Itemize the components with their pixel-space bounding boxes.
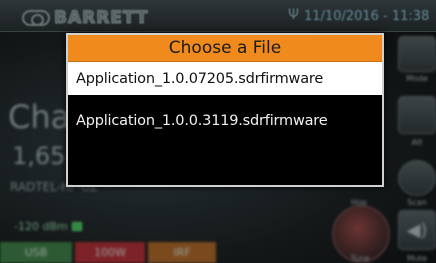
usb-icon: Ψ [288,7,300,23]
radio-screen: BARRETT Ψ 11/10/2016 - 11:38 Cha 1,65 RA… [0,0,436,263]
signal-indicator-icon [71,222,82,231]
power-tag[interactable]: 100W [75,242,145,263]
mode-button[interactable] [398,36,436,72]
filter-tag[interactable]: IRF [148,242,216,263]
alt-button-label: Alt [411,138,423,147]
barrett-logo-icon [22,10,50,26]
signal-level-text: -120 dBm [14,220,68,233]
choose-file-dialog: Choose a File Application_1.0.07205.sdrf… [66,33,384,187]
dialog-header: Choose a File [68,35,382,62]
datetime: 11/10/2016 - 11:38 [304,9,430,24]
file-item[interactable]: Application_1.0.0.3119.sdrfirmware [68,104,382,137]
brand-logo: BARRETT [22,8,149,29]
file-item-selected[interactable]: Application_1.0.07205.sdrfirmware [68,62,382,95]
frequency-display: 1,65 [12,142,66,170]
alt-button[interactable] [398,96,436,134]
mute-button-label: Mute [406,254,428,263]
mode-tag[interactable]: USB [0,242,72,263]
speaker-icon[interactable]: ◀) [398,210,436,250]
status-tags: USB 100W IRF [0,242,230,263]
file-list: Application_1.0.07205.sdrfirmware Applic… [68,62,382,137]
status-bar: BARRETT Ψ 11/10/2016 - 11:38 [0,0,436,32]
signal-level: -120 dBm [14,220,82,233]
dialog-title: Choose a File [168,38,282,58]
scan-button-label: Scan [407,198,427,207]
scan-button[interactable] [398,160,436,196]
tune-button-label: Tune [350,254,370,263]
channel-title: Cha [8,98,71,136]
mode-button-label: Mode [406,74,428,83]
brand-name: BARRETT [54,8,149,29]
